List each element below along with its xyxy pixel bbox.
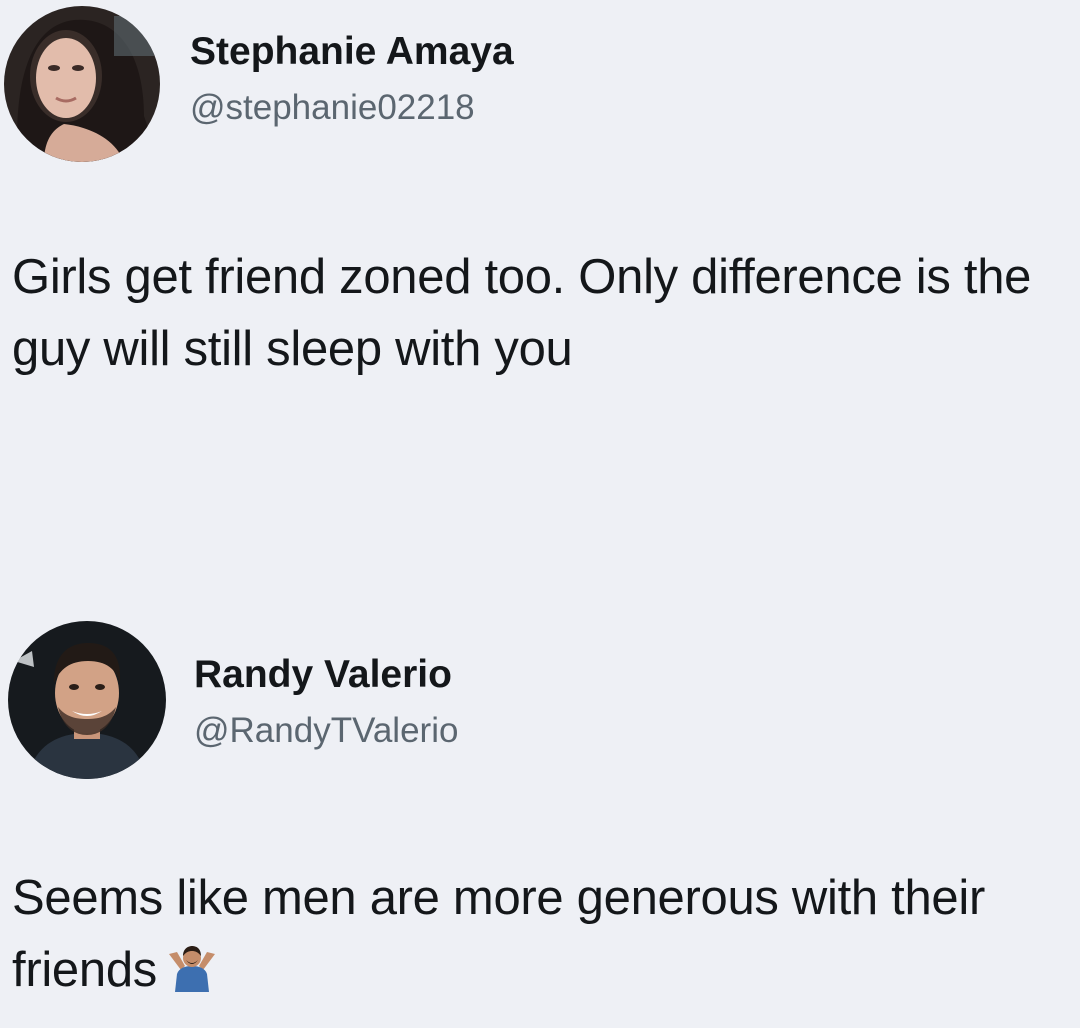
avatar-stephanie[interactable]: [4, 6, 160, 162]
author-name[interactable]: Stephanie Amaya: [190, 30, 514, 74]
avatar-randy[interactable]: [8, 621, 166, 779]
tweet-text: Seems like men are more generous with th…: [12, 862, 1072, 1012]
tweet-text-content: Seems like men are more generous with th…: [12, 871, 985, 998]
man-shrugging-emoji-icon: [163, 940, 221, 1012]
author-handle[interactable]: @stephanie02218: [190, 88, 475, 128]
author-name[interactable]: Randy Valerio: [194, 653, 452, 697]
author-handle[interactable]: @RandyTValerio: [194, 711, 458, 751]
tweet-text: Girls get friend zoned too. Only differe…: [12, 250, 1032, 377]
